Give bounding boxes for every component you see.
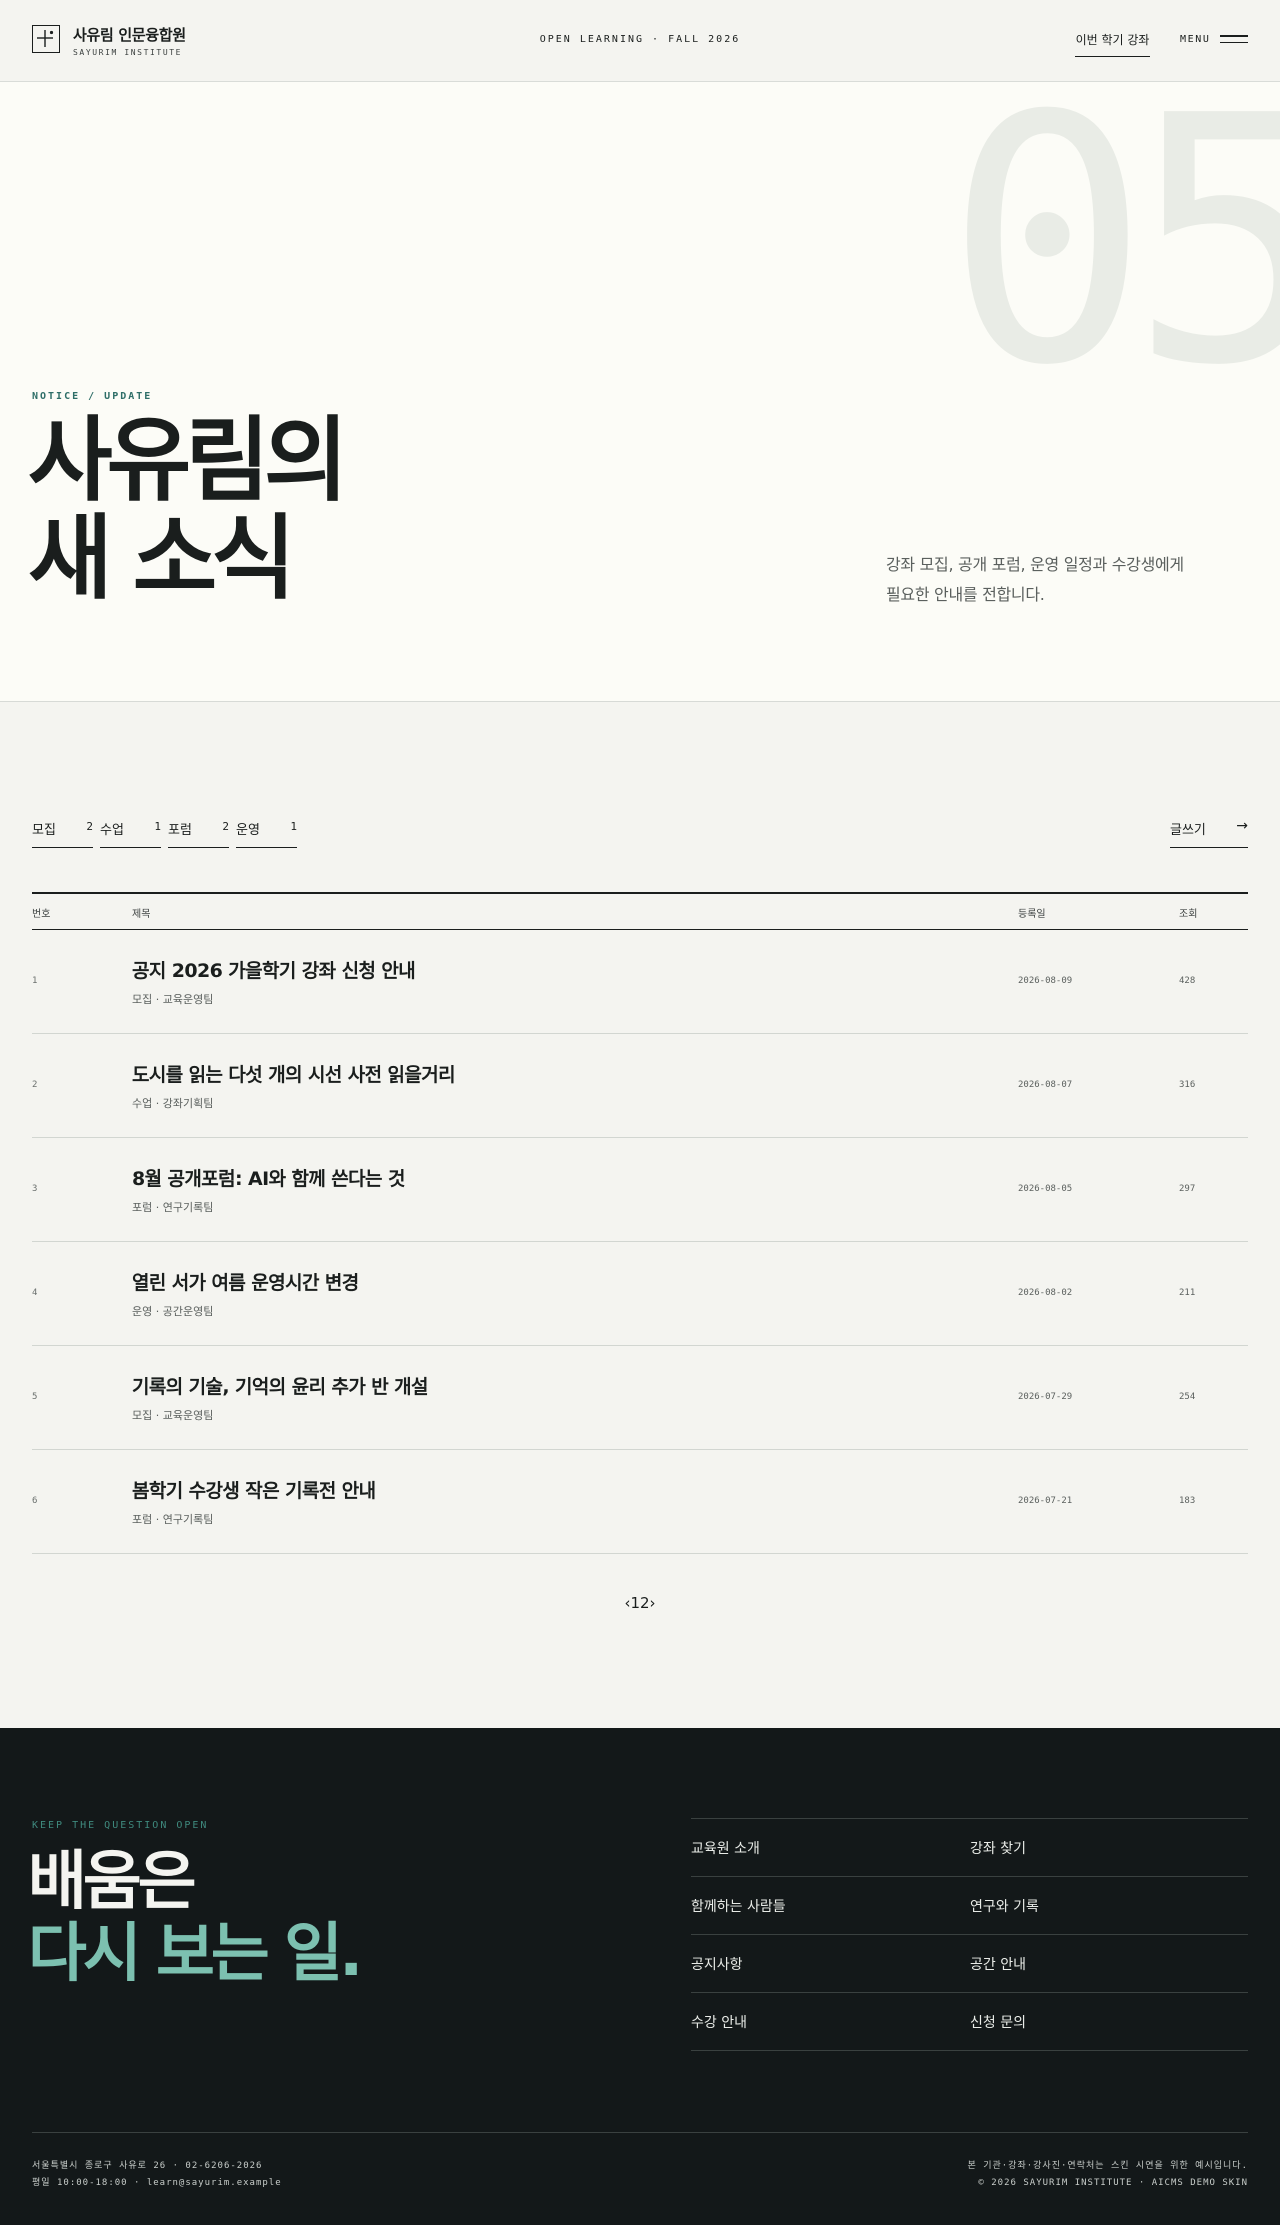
hamburger-menu-icon[interactable] (1220, 35, 1248, 44)
column-header-views: 조회 (1179, 909, 1198, 920)
column-header-num: 번호 (32, 909, 51, 920)
filter-label: 수업 (100, 823, 124, 838)
row-number: 4 (32, 1288, 38, 1298)
footer-slogan-line1: 배움은 (28, 1845, 197, 1919)
hero-description: 강좌 모집, 공개 포럼, 운영 일정과 수강생에게 필요한 안내를 전합니다. (886, 550, 1226, 610)
footer-copyright: © 2026 SAYURIM INSTITUTE · AICMS DEMO SK… (978, 2178, 1248, 2188)
filter-label: 모집 (32, 823, 56, 838)
filter-chip-operation[interactable]: 운영 1 (236, 818, 297, 848)
filter-chip-forum[interactable]: 포럼 2 (168, 818, 229, 848)
row-title-link[interactable]: 기록의 기술, 기억의 윤리 추가 반 개설 (132, 1372, 429, 1399)
hero-description-line1: 강좌 모집, 공개 포럼, 운영 일정과 수강생에게 (886, 555, 1184, 574)
filter-chip-class[interactable]: 수업 1 (100, 818, 161, 848)
row-meta: 운영 · 공간운영팀 (132, 1305, 214, 1318)
column-header-date: 등록일 (1018, 909, 1046, 920)
footer-link-research[interactable]: 연구와 기록 (970, 1896, 1039, 1916)
footer-nav-row: 공지사항 공간 안내 (691, 1935, 1248, 1993)
footer-nav-row: 수강 안내 신청 문의 (691, 1993, 1248, 2051)
page-title: 사유림의 새 소식 (28, 407, 349, 612)
footer-link-find-courses[interactable]: 강좌 찾기 (970, 1838, 1026, 1858)
footer-address-line1: 서울특별시 종로구 사유로 26 · 02-6206-2026 (32, 2161, 263, 2171)
filter-label: 포럼 (168, 823, 192, 838)
row-number: 1 (32, 976, 38, 986)
current-semester-link[interactable]: 이번 학기 강좌 (1075, 31, 1150, 57)
row-date: 2026-08-09 (1018, 976, 1073, 986)
table-row[interactable]: 5 기록의 기술, 기억의 윤리 추가 반 개설 모집 · 교육운영팀 2026… (32, 1346, 1248, 1450)
pagination[interactable]: ‹12› (0, 1594, 1280, 1612)
row-title-link[interactable]: 8월 공개포럼: AI와 함께 쓴다는 것 (132, 1164, 405, 1191)
row-views: 183 (1179, 1496, 1196, 1506)
hero-section: 05 NOTICE / UPDATE 사유림의 새 소식 강좌 모집, 공개 포… (0, 82, 1280, 702)
table-row[interactable]: 3 8월 공개포럼: AI와 함께 쓴다는 것 포럼 · 연구기록팀 2026-… (32, 1138, 1248, 1242)
row-meta: 수업 · 강좌기획팀 (132, 1097, 214, 1110)
footer-notice: 본 기관·강좌·강사진·연락처는 스킨 시연을 위한 예시입니다. © 2026… (968, 2158, 1249, 2192)
row-date: 2026-08-02 (1018, 1288, 1073, 1298)
hero-tag: NOTICE / UPDATE (32, 391, 153, 402)
row-date: 2026-07-21 (1018, 1496, 1073, 1506)
footer-link-inquiry[interactable]: 신청 문의 (970, 2012, 1026, 2032)
site-header: 사유림 인문융합원 SAYURIM INSTITUTE OPEN LEARNIN… (0, 0, 1280, 82)
filter-count: 2 (86, 820, 93, 833)
row-meta: 포럼 · 연구기록팀 (132, 1201, 214, 1214)
footer-divider (32, 2132, 1248, 2133)
row-views: 316 (1179, 1080, 1196, 1090)
filter-count: 1 (154, 820, 161, 833)
row-views: 428 (1179, 976, 1196, 986)
write-post-button[interactable]: 글쓰기 → (1170, 818, 1248, 848)
filter-chip-recruit[interactable]: 모집 2 (32, 818, 93, 848)
row-meta: 모집 · 교육운영팀 (132, 993, 214, 1006)
row-date: 2026-08-05 (1018, 1184, 1073, 1194)
footer-link-space[interactable]: 공간 안내 (970, 1954, 1026, 1974)
row-date: 2026-07-29 (1018, 1392, 1073, 1402)
footer-slogan-line2: 다시 보는 일. (28, 1917, 363, 1991)
page-title-line2: 새 소식 (28, 505, 296, 612)
table-row[interactable]: 1 공지 2026 가을학기 강좌 신청 안내 모집 · 교육운영팀 2026-… (32, 930, 1248, 1034)
row-number: 6 (32, 1496, 38, 1506)
footer-link-enrollment[interactable]: 수강 안내 (691, 2012, 747, 2032)
page-title-line1: 사유림의 (28, 407, 349, 514)
footer-tag: KEEP THE QUESTION OPEN (32, 1820, 209, 1831)
row-date: 2026-08-07 (1018, 1080, 1073, 1090)
filter-count: 2 (222, 820, 229, 833)
row-meta: 포럼 · 연구기록팀 (132, 1513, 214, 1526)
footer-slogan: 배움은 다시 보는 일. (28, 1845, 363, 1991)
notice-table: 번호 제목 등록일 조회 1 공지 2026 가을학기 강좌 신청 안내 모집 … (32, 892, 1248, 1554)
table-row[interactable]: 6 봄학기 수강생 작은 기록전 안내 포럼 · 연구기록팀 2026-07-2… (32, 1450, 1248, 1554)
footer-nav-row: 함께하는 사람들 연구와 기록 (691, 1877, 1248, 1935)
table-row[interactable]: 2 도시를 읽는 다섯 개의 시선 사전 읽을거리 수업 · 강좌기획팀 202… (32, 1034, 1248, 1138)
table-row[interactable]: 4 열린 서가 여름 운영시간 변경 운영 · 공간운영팀 2026-08-02… (32, 1242, 1248, 1346)
footer-address: 서울특별시 종로구 사유로 26 · 02-6206-2026 평일 10:00… (32, 2158, 282, 2192)
write-button-label: 글쓰기 (1170, 823, 1206, 838)
row-views: 297 (1179, 1184, 1196, 1194)
row-meta: 모집 · 교육운영팀 (132, 1409, 214, 1422)
footer-link-notices[interactable]: 공지사항 (691, 1954, 743, 1974)
row-number: 3 (32, 1184, 38, 1194)
brand-subtitle: SAYURIM INSTITUTE (73, 48, 183, 57)
site-footer: KEEP THE QUESTION OPEN 배움은 다시 보는 일. 교육원 … (0, 1728, 1280, 2225)
footer-address-line2[interactable]: 평일 10:00-18:00 · learn@sayurim.example (32, 2175, 282, 2192)
hero-decorative-number: 05 (945, 82, 1280, 440)
filter-count: 1 (290, 820, 297, 833)
row-title-link[interactable]: 공지 2026 가을학기 강좌 신청 안내 (132, 956, 416, 983)
footer-nav: 교육원 소개 강좌 찾기 함께하는 사람들 연구와 기록 공지사항 공간 안내 … (691, 1818, 1248, 2051)
row-title-link[interactable]: 열린 서가 여름 운영시간 변경 (132, 1268, 359, 1295)
table-header: 번호 제목 등록일 조회 (32, 892, 1248, 930)
footer-link-about[interactable]: 교육원 소개 (691, 1838, 760, 1858)
row-title-link[interactable]: 도시를 읽는 다섯 개의 시선 사전 읽을거리 (132, 1060, 456, 1087)
hero-description-line2: 필요한 안내를 전합니다. (886, 585, 1045, 604)
filter-label: 운영 (236, 823, 260, 838)
footer-nav-row: 교육원 소개 강좌 찾기 (691, 1819, 1248, 1877)
row-views: 211 (1179, 1288, 1196, 1298)
menu-label[interactable]: MENU (1180, 34, 1210, 45)
row-title-link[interactable]: 봄학기 수강생 작은 기록전 안내 (132, 1476, 376, 1503)
row-number: 5 (32, 1392, 38, 1402)
footer-link-people[interactable]: 함께하는 사람들 (691, 1896, 786, 1916)
footer-notice-line1: 본 기관·강좌·강사진·연락처는 스킨 시연을 위한 예시입니다. (967, 2161, 1248, 2171)
arrow-right-icon: → (1236, 818, 1248, 834)
row-number: 2 (32, 1080, 38, 1090)
row-views: 254 (1179, 1392, 1196, 1402)
column-header-title: 제목 (132, 909, 151, 920)
